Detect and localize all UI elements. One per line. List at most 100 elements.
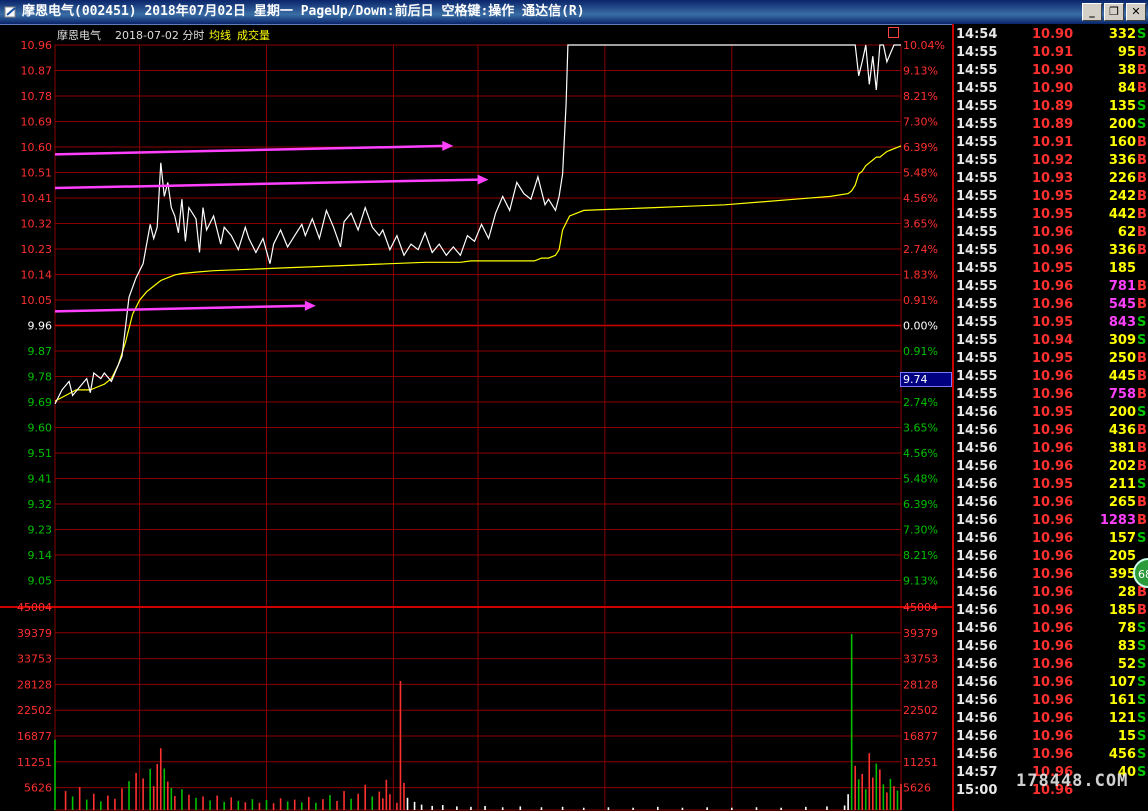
price-tick-label: 10.51 xyxy=(21,167,53,180)
trade-volume: 545 xyxy=(1108,297,1136,312)
trade-side: S xyxy=(1137,693,1147,708)
trade-volume: 309 xyxy=(1108,333,1136,348)
volume-tick-label: 39379 xyxy=(17,627,52,640)
trade-row[interactable]: 14:55 10.92 336 B xyxy=(954,152,1148,170)
trade-row[interactable]: 14:54 10.90 332 S xyxy=(954,26,1148,44)
trade-side: B xyxy=(1137,513,1147,528)
chart-close-icon[interactable] xyxy=(888,27,899,38)
trade-row[interactable]: 14:55 10.94 309 S xyxy=(954,332,1148,350)
trade-side: S xyxy=(1137,711,1147,726)
trade-row[interactable]: 14:55 10.96 445 B xyxy=(954,368,1148,386)
volume-label[interactable]: 成交量 xyxy=(237,27,270,43)
trade-row[interactable]: 14:56 10.96 1283 B xyxy=(954,512,1148,530)
price-tick-label: 9.32 xyxy=(28,498,53,511)
trade-volume: 107 xyxy=(1108,675,1136,690)
trade-side: B xyxy=(1137,369,1147,384)
intraday-chart-panel[interactable]: 10.96 10.04% 10.87 9.13% 10.78 8.21% 10.69 7.30… xyxy=(0,24,952,811)
trade-row[interactable]: 14:55 10.89 200 S xyxy=(954,116,1148,134)
trade-row[interactable]: 14:56 10.96 28 B xyxy=(954,584,1148,602)
volume-tick-label-right: 33753 xyxy=(903,653,938,666)
trade-row[interactable]: 14:56 10.96 78 S xyxy=(954,620,1148,638)
trade-volume: 62 xyxy=(1117,225,1136,240)
trade-time: 14:55 xyxy=(956,387,998,402)
price-tick-label: 9.14 xyxy=(28,549,53,562)
trade-side: B xyxy=(1137,351,1147,366)
trade-price: 10.93 xyxy=(1032,171,1074,186)
trade-time: 14:54 xyxy=(956,27,998,42)
trade-volume: 242 xyxy=(1108,189,1136,204)
trade-price: 10.96 xyxy=(1032,531,1074,546)
trade-row[interactable]: 14:55 10.96 336 B xyxy=(954,242,1148,260)
trade-time: 14:55 xyxy=(956,81,998,96)
close-button[interactable]: ✕ xyxy=(1126,3,1146,21)
trade-volume: 205 xyxy=(1108,549,1136,564)
trade-row[interactable]: 14:56 10.96 52 S xyxy=(954,656,1148,674)
volume-tick-label-right: 11251 xyxy=(903,756,938,769)
trade-price: 10.96 xyxy=(1032,639,1074,654)
trade-volume: 52 xyxy=(1117,657,1136,672)
trade-row[interactable]: 14:56 10.95 200 S xyxy=(954,404,1148,422)
trade-volume: 226 xyxy=(1108,171,1136,186)
trade-row[interactable]: 14:56 10.96 107 S xyxy=(954,674,1148,692)
trade-row[interactable]: 14:56 10.96 15 S xyxy=(954,728,1148,746)
percent-tick-label: 7.30% xyxy=(903,116,938,129)
trade-row[interactable]: 14:55 10.95 242 B xyxy=(954,188,1148,206)
trade-row[interactable]: 14:55 10.95 250 B xyxy=(954,350,1148,368)
percent-tick-label: 5.48% xyxy=(903,473,938,486)
trade-row[interactable]: 14:55 10.90 84 B xyxy=(954,80,1148,98)
trade-side: B xyxy=(1137,459,1147,474)
trade-price: 10.96 xyxy=(1032,567,1074,582)
trade-row[interactable]: 14:56 10.96 157 S xyxy=(954,530,1148,548)
trade-row[interactable]: 14:56 10.96 205 xyxy=(954,548,1148,566)
trade-time: 14:56 xyxy=(956,513,998,528)
trade-row[interactable]: 14:55 10.90 38 B xyxy=(954,62,1148,80)
trade-row[interactable]: 14:55 10.91 95 B xyxy=(954,44,1148,62)
price-tick-label: 10.60 xyxy=(21,141,53,154)
trade-price: 10.96 xyxy=(1032,513,1074,528)
trade-row[interactable]: 14:56 10.96 436 B xyxy=(954,422,1148,440)
trade-row[interactable]: 14:56 10.96 83 S xyxy=(954,638,1148,656)
trade-side: B xyxy=(1137,279,1147,294)
trade-time: 14:56 xyxy=(956,621,998,636)
trade-price: 10.96 xyxy=(1032,225,1074,240)
minimize-button[interactable]: _ xyxy=(1082,3,1102,21)
restore-icon: ❐ xyxy=(1109,5,1119,18)
trade-row[interactable]: 14:56 10.96 265 B xyxy=(954,494,1148,512)
trade-row[interactable]: 14:56 10.96 185 B xyxy=(954,602,1148,620)
trade-price: 10.96 xyxy=(1032,279,1074,294)
price-tick-label: 10.14 xyxy=(21,269,53,282)
trade-side: S xyxy=(1137,657,1147,672)
trade-row[interactable]: 14:55 10.96 62 B xyxy=(954,224,1148,242)
percent-tick-label: 7.30% xyxy=(903,524,938,537)
trade-row[interactable]: 14:55 10.89 135 S xyxy=(954,98,1148,116)
trade-row[interactable]: 14:55 10.95 843 S xyxy=(954,314,1148,332)
trade-row[interactable]: 14:55 10.95 442 B xyxy=(954,206,1148,224)
trade-row[interactable]: 14:55 10.96 781 B xyxy=(954,278,1148,296)
percent-tick-label: 10.04% xyxy=(903,39,945,52)
trade-row[interactable]: 14:56 10.95 211 S xyxy=(954,476,1148,494)
trade-row[interactable]: 14:56 10.96 161 S xyxy=(954,692,1148,710)
trade-row[interactable]: 14:55 10.96 758 B xyxy=(954,386,1148,404)
trade-price: 10.96 xyxy=(1032,585,1074,600)
volume-tick-label-right: 16877 xyxy=(903,730,938,743)
trade-volume: 28 xyxy=(1117,585,1136,600)
intraday-chart[interactable]: 10.96 10.04% 10.87 9.13% 10.78 8.21% 10.69 7.30… xyxy=(0,24,952,811)
trade-row[interactable]: 14:55 10.96 545 B xyxy=(954,296,1148,314)
trade-row[interactable]: 14:56 10.96 121 S xyxy=(954,710,1148,728)
trade-row[interactable]: 14:56 10.96 456 S xyxy=(954,746,1148,764)
avg-line-label[interactable]: 均线 xyxy=(209,27,231,43)
trade-time: 14:55 xyxy=(956,333,998,348)
trade-price: 10.95 xyxy=(1032,351,1074,366)
trade-price: 10.90 xyxy=(1032,81,1074,96)
tick-trades-panel[interactable]: 14:54 10.90 332 S 14:55 10.91 95 B 14:55 10.90 38 B… xyxy=(952,24,1148,811)
trade-price: 10.89 xyxy=(1032,99,1074,114)
trade-row[interactable]: 14:55 10.91 160 B xyxy=(954,134,1148,152)
restore-button[interactable]: ❐ xyxy=(1104,3,1124,21)
trade-row[interactable]: 14:56 10.96 202 B xyxy=(954,458,1148,476)
trade-row[interactable]: 14:56 10.96 381 B xyxy=(954,440,1148,458)
trade-row[interactable]: 14:5610.96395B xyxy=(954,566,1148,584)
price-tick-label: 9.23 xyxy=(28,524,53,537)
trade-row[interactable]: 14:55 10.93 226 B xyxy=(954,170,1148,188)
trade-row[interactable]: 14:55 10.95 185 xyxy=(954,260,1148,278)
price-tick-label: 10.41 xyxy=(21,192,53,205)
